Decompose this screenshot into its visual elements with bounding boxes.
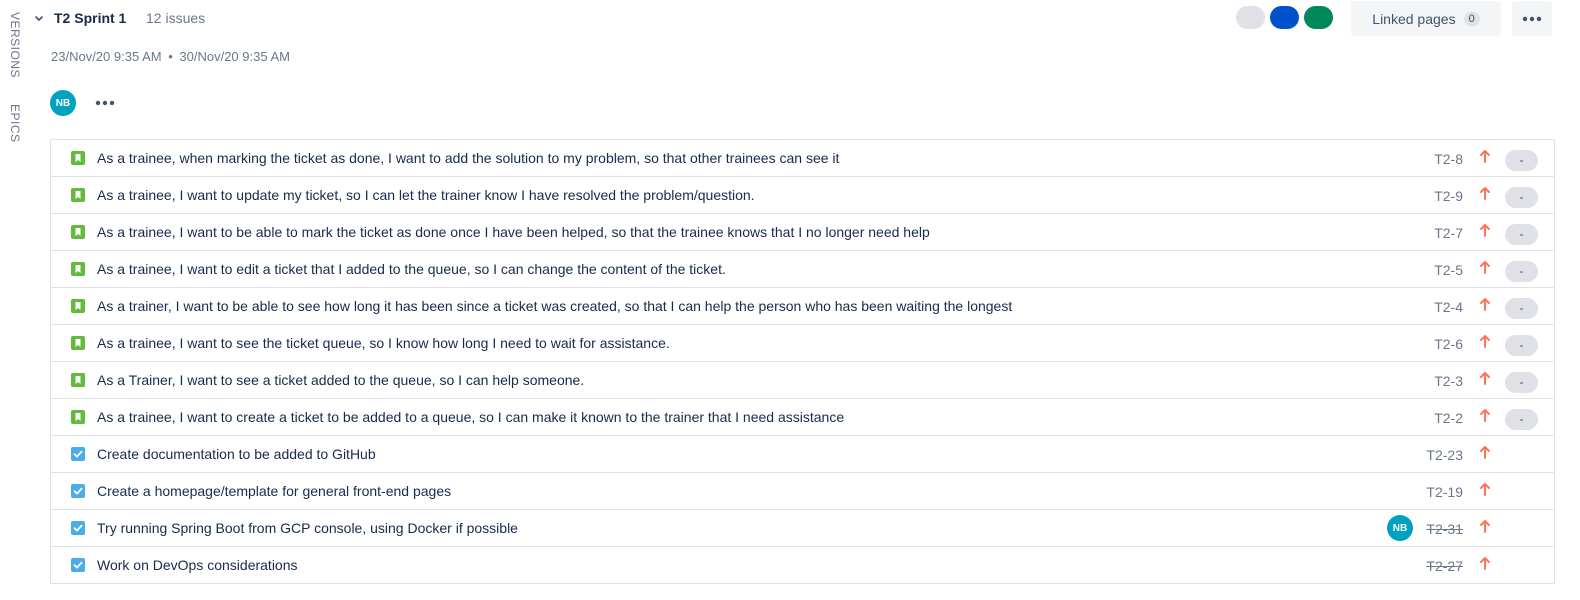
arrow-up-icon	[1478, 333, 1492, 349]
story-icon	[71, 410, 85, 424]
arrow-up-icon	[1478, 444, 1492, 460]
linked-pages-label: Linked pages	[1372, 10, 1456, 27]
issue-summary[interactable]: Try running Spring Boot from GCP console…	[97, 520, 518, 536]
todo-count-pill	[1236, 6, 1265, 29]
sprint-dates: 23/Nov/20 9:35 AM • 30/Nov/20 9:35 AM	[51, 49, 290, 64]
issue-row[interactable]: Create documentation to be added to GitH…	[51, 436, 1554, 473]
story-icon	[71, 188, 85, 202]
arrow-up-icon	[1478, 555, 1492, 571]
sprint-name: T2 Sprint 1	[54, 10, 127, 26]
issue-key[interactable]: T2-19	[1426, 484, 1463, 500]
story-points-badge: -	[1505, 224, 1538, 245]
story-icon	[71, 336, 85, 350]
issue-row[interactable]: As a trainer, I want to be able to see h…	[51, 288, 1554, 325]
story-icon	[71, 151, 85, 165]
issue-key[interactable]: T2-5	[1434, 262, 1463, 278]
issue-key[interactable]: T2-6	[1434, 336, 1463, 352]
sprint-status-summary	[1236, 6, 1333, 30]
arrow-up-icon	[1478, 481, 1492, 497]
issue-row[interactable]: Create a homepage/template for general f…	[51, 473, 1554, 510]
sprint-issue-count: 12 issues	[146, 10, 206, 26]
arrow-up-icon	[1478, 296, 1492, 312]
issue-key[interactable]: T2-8	[1434, 151, 1463, 167]
issue-summary[interactable]: As a trainer, I want to be able to see h…	[97, 298, 1012, 314]
issue-key[interactable]: T2-4	[1434, 299, 1463, 315]
date-separator: •	[168, 49, 173, 64]
story-icon	[71, 373, 85, 387]
story-points-badge: -	[1505, 335, 1538, 356]
task-checkbox-icon	[71, 521, 85, 535]
issue-summary[interactable]: Create documentation to be added to GitH…	[97, 446, 376, 462]
arrow-up-icon	[1478, 259, 1492, 275]
issue-summary[interactable]: Create a homepage/template for general f…	[97, 483, 451, 499]
story-icon	[71, 299, 85, 313]
issue-row[interactable]: As a trainee, I want to see the ticket q…	[51, 325, 1554, 362]
linked-pages-count: 0	[1463, 11, 1480, 26]
task-checkbox-icon	[71, 484, 85, 498]
assignee-filter-avatar[interactable]: NB	[50, 90, 76, 116]
issue-row[interactable]: As a Trainer, I want to see a ticket add…	[51, 362, 1554, 399]
story-icon	[71, 262, 85, 276]
done-count-pill	[1304, 6, 1333, 29]
arrow-up-icon	[1478, 518, 1492, 534]
story-points-badge: -	[1505, 261, 1538, 282]
issue-summary[interactable]: As a trainee, I want to edit a ticket th…	[97, 261, 726, 277]
issue-row[interactable]: As a trainee, I want to edit a ticket th…	[51, 251, 1554, 288]
story-points-badge: -	[1505, 298, 1538, 319]
epics-tab[interactable]: EPICS	[8, 104, 22, 143]
arrow-up-icon	[1478, 185, 1492, 201]
issue-summary[interactable]: As a trainee, when marking the ticket as…	[97, 150, 839, 166]
linked-pages-button[interactable]: Linked pages 0	[1351, 1, 1501, 36]
issue-row[interactable]: Try running Spring Boot from GCP console…	[51, 510, 1554, 547]
side-tabs: VERSIONS EPICS	[0, 0, 30, 160]
issue-summary[interactable]: As a trainee, I want to see the ticket q…	[97, 335, 670, 351]
issue-summary[interactable]: As a trainee, I want to be able to mark …	[97, 224, 930, 240]
issue-key[interactable]: T2-9	[1434, 188, 1463, 204]
collapse-chevron-icon[interactable]	[34, 12, 44, 24]
in-progress-count-pill	[1270, 6, 1299, 29]
issue-key[interactable]: T2-23	[1426, 447, 1463, 463]
issue-key[interactable]: T2-31	[1426, 521, 1463, 537]
more-assignees-icon[interactable]	[94, 96, 116, 110]
issue-key[interactable]: T2-27	[1426, 558, 1463, 574]
story-points-badge: -	[1505, 187, 1538, 208]
arrow-up-icon	[1478, 222, 1492, 238]
issue-key[interactable]: T2-3	[1434, 373, 1463, 389]
story-icon	[71, 225, 85, 239]
arrow-up-icon	[1478, 148, 1492, 164]
versions-tab[interactable]: VERSIONS	[8, 12, 22, 78]
issue-assignee-avatar[interactable]: NB	[1387, 515, 1413, 541]
story-points-badge: -	[1505, 372, 1538, 393]
story-points-badge: -	[1505, 409, 1538, 430]
task-checkbox-icon	[71, 558, 85, 572]
sprint-end-date: 30/Nov/20 9:35 AM	[179, 49, 290, 64]
sprint-start-date: 23/Nov/20 9:35 AM	[51, 49, 162, 64]
issue-summary[interactable]: Work on DevOps considerations	[97, 557, 298, 573]
more-icon	[1522, 16, 1542, 21]
issue-row[interactable]: As a trainee, I want to create a ticket …	[51, 399, 1554, 436]
issue-row[interactable]: As a trainee, I want to be able to mark …	[51, 214, 1554, 251]
task-checkbox-icon	[71, 447, 85, 461]
issue-row[interactable]: As a trainee, when marking the ticket as…	[51, 140, 1554, 177]
issue-row[interactable]: Work on DevOps considerations T2-27	[51, 547, 1554, 584]
issue-key[interactable]: T2-2	[1434, 410, 1463, 426]
issue-row[interactable]: As a trainee, I want to update my ticket…	[51, 177, 1554, 214]
sprint-more-actions-button[interactable]	[1512, 1, 1552, 36]
issue-key[interactable]: T2-7	[1434, 225, 1463, 241]
arrow-up-icon	[1478, 407, 1492, 423]
issue-list: As a trainee, when marking the ticket as…	[50, 139, 1555, 584]
arrow-up-icon	[1478, 370, 1492, 386]
issue-summary[interactable]: As a Trainer, I want to see a ticket add…	[97, 372, 584, 388]
story-points-badge: -	[1505, 150, 1538, 171]
issue-summary[interactable]: As a trainee, I want to create a ticket …	[97, 409, 844, 425]
issue-summary[interactable]: As a trainee, I want to update my ticket…	[97, 187, 755, 203]
